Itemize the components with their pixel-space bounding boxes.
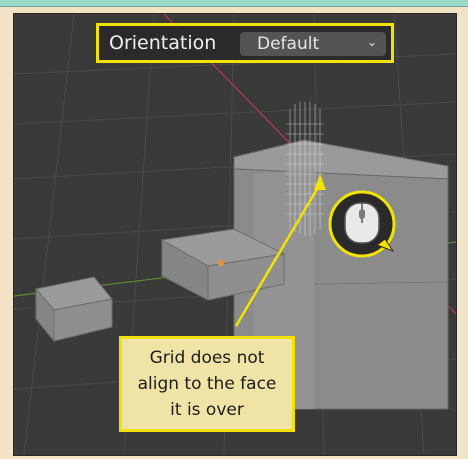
small-box[interactable] [35,276,113,343]
annotation-callout: Grid does not align to the face it is ov… [119,336,295,432]
callout-line-1: Grid does not [149,348,265,368]
mouse-middle-button-icon [328,190,396,258]
tutorial-frame: Orientation Default ⌄ Grid does not alig… [0,0,468,459]
orientation-header: Orientation Default ⌄ [96,23,394,63]
callout-line-3: it is over [170,400,244,420]
callout-line-2: align to the face [137,374,277,394]
orientation-dropdown[interactable]: Default ⌄ [240,32,386,56]
orientation-label: Orientation [109,32,217,54]
top-accent-strip [0,0,468,7]
chevron-down-icon: ⌄ [366,35,377,49]
3d-viewport[interactable]: Orientation Default ⌄ Grid does not alig… [13,13,457,456]
orientation-value: Default [257,34,320,54]
